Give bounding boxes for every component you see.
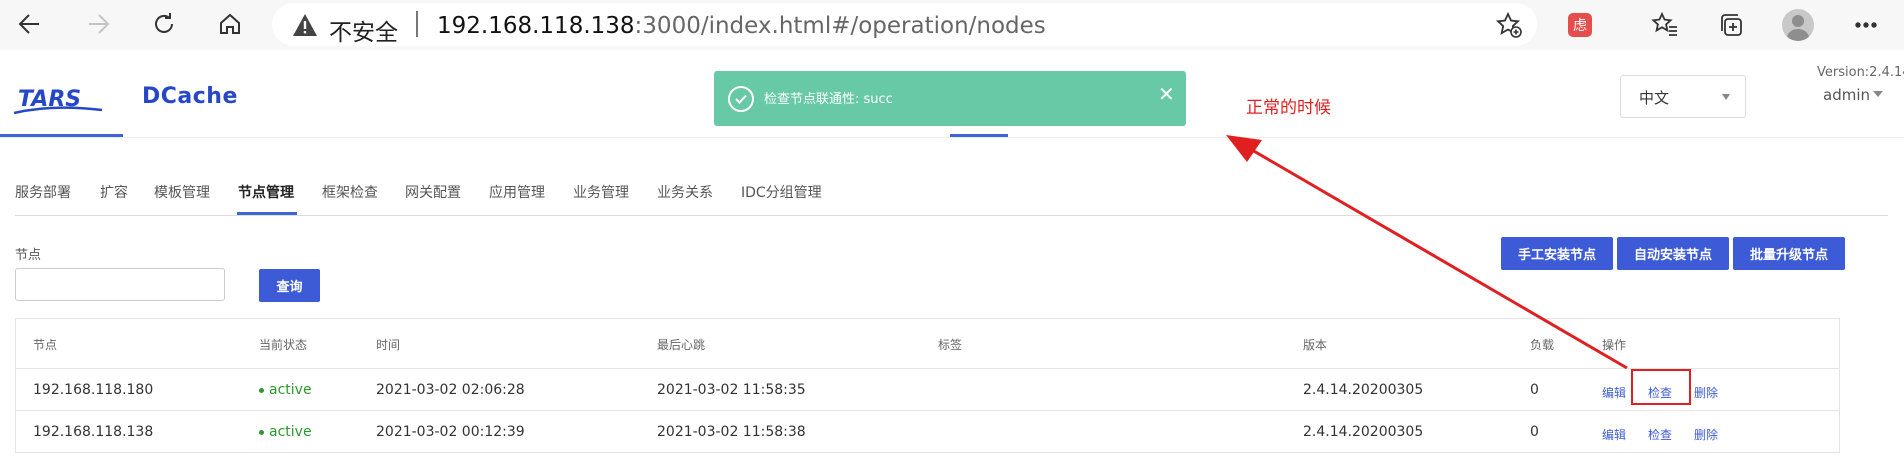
load: 0: [1530, 382, 1539, 398]
tars-logo[interactable]: TARS: [12, 84, 104, 116]
tab-business-management[interactable]: 业务管理: [573, 182, 629, 202]
warning-icon: [293, 14, 317, 36]
annotation-text: 正常的时候: [1246, 98, 1331, 118]
tab-service-deploy[interactable]: 服务部署: [15, 182, 71, 202]
avatar: [1782, 9, 1814, 41]
address-separator: [416, 11, 418, 37]
node-filter-input[interactable]: [15, 268, 225, 301]
table-row: 192.168.118.138 active 2021-03-02 00:12:…: [16, 411, 1839, 453]
url-text: 192.168.118.138:3000/index.html#/operati…: [437, 13, 1046, 39]
node-filter-label: 节点: [15, 248, 42, 263]
tab-template[interactable]: 模板管理: [154, 182, 210, 202]
load: 0: [1530, 424, 1539, 440]
version: 2.4.14.20200305: [1303, 382, 1424, 398]
table-row: 192.168.118.180 active 2021-03-02 02:06:…: [16, 369, 1839, 411]
dcache-logo[interactable]: DCache: [142, 84, 238, 109]
tab-idc-group[interactable]: IDC分组管理: [741, 182, 822, 202]
manual-install-button[interactable]: 手工安装节点: [1501, 237, 1613, 270]
check-link[interactable]: 检查: [1648, 426, 1672, 443]
nodes-table: 节点 当前状态 时间 最后心跳 标签 版本 负载 操作 192.168.118.…: [15, 318, 1840, 453]
url-host: 192.168.118.138: [437, 13, 635, 39]
edit-link[interactable]: 编辑: [1602, 426, 1626, 443]
version: 2.4.14.20200305: [1303, 424, 1424, 440]
language-select[interactable]: 中文: [1620, 75, 1746, 118]
collections-button[interactable]: [1714, 8, 1748, 42]
forward-button[interactable]: [78, 4, 118, 44]
close-icon[interactable]: ✕: [1158, 84, 1175, 104]
status-badge: active: [259, 424, 312, 440]
last-heartbeat: 2021-03-02 11:58:35: [657, 382, 806, 398]
toast-message: 检查节点联通性: succ: [764, 92, 893, 107]
success-toast: 检查节点联通性: succ ✕: [714, 71, 1186, 126]
back-button[interactable]: [10, 4, 50, 44]
favorites-button[interactable]: [1648, 8, 1682, 42]
status-text: active: [269, 382, 312, 398]
check-link[interactable]: 检查: [1648, 384, 1672, 401]
auto-install-button[interactable]: 自动安装节点: [1617, 237, 1729, 270]
operation-subnav: 服务部署 扩容 模板管理 节点管理 框架检查 网关配置 应用管理 业务管理 业务…: [15, 172, 1888, 216]
browser-toolbar: 不安全 192.168.118.138:3000/index.html#/ope…: [0, 0, 1904, 50]
column-header: 时间: [376, 338, 401, 352]
caret-down-icon: [1722, 94, 1730, 100]
column-header: 最后心跳: [657, 338, 706, 352]
refresh-icon: [155, 13, 173, 33]
status-badge: active: [259, 382, 312, 398]
delete-link[interactable]: 删除: [1694, 384, 1718, 401]
status-dot-icon: [259, 429, 264, 435]
caret-down-icon[interactable]: [1873, 91, 1883, 97]
search-button[interactable]: 查询: [259, 269, 320, 302]
tab-node-management[interactable]: 节点管理: [238, 182, 294, 202]
forward-arrow-icon: [89, 14, 110, 34]
column-header: 操作: [1602, 338, 1627, 352]
favorites-icon: [1651, 11, 1677, 36]
created-time: 2021-03-02 00:12:39: [376, 424, 525, 440]
status-dot-icon: [259, 387, 264, 393]
tars-tab-underline: [0, 134, 123, 137]
column-header: 标签: [938, 338, 963, 352]
address-bar[interactable]: 不安全 192.168.118.138:3000/index.html#/ope…: [272, 3, 1537, 46]
column-header: 负载: [1530, 338, 1555, 352]
active-tab-underline: [237, 212, 297, 215]
home-icon: [220, 13, 240, 34]
tab-framework-check[interactable]: 框架检查: [322, 182, 378, 202]
url-path: :3000/index.html#/operation/nodes: [634, 13, 1046, 39]
extension-icon: 虑: [1568, 13, 1592, 37]
table-header: 节点 当前状态 时间 最后心跳 标签 版本 负载 操作: [16, 319, 1839, 369]
collections-icon: [1721, 14, 1742, 36]
profile-button[interactable]: [1781, 8, 1815, 42]
tab-business-relation[interactable]: 业务关系: [657, 182, 713, 202]
more-dots-icon: [1855, 22, 1877, 28]
delete-link[interactable]: 删除: [1694, 426, 1718, 443]
batch-upgrade-button[interactable]: 批量升级节点: [1733, 237, 1845, 270]
back-arrow-icon: [18, 14, 39, 34]
check-circle-icon: [728, 86, 754, 112]
last-heartbeat: 2021-03-02 11:58:38: [657, 424, 806, 440]
header-tab-indicator: [950, 134, 1008, 137]
extension-button[interactable]: 虑: [1563, 8, 1597, 42]
language-value: 中文: [1639, 89, 1670, 107]
status-text: active: [269, 424, 312, 440]
node-ip: 192.168.118.138: [33, 424, 154, 440]
version-label: Version:2.4.14: [1817, 65, 1904, 80]
column-header: 版本: [1303, 338, 1328, 352]
tab-expand[interactable]: 扩容: [100, 182, 128, 202]
tab-app-management[interactable]: 应用管理: [489, 182, 545, 202]
user-menu[interactable]: admin: [1823, 86, 1870, 104]
insecure-label: 不安全: [329, 20, 398, 46]
created-time: 2021-03-02 02:06:28: [376, 382, 525, 398]
tab-gateway-config[interactable]: 网关配置: [405, 182, 461, 202]
node-ip: 192.168.118.180: [33, 382, 154, 398]
home-button[interactable]: [210, 4, 250, 44]
refresh-button[interactable]: [144, 4, 184, 44]
edit-link[interactable]: 编辑: [1602, 384, 1626, 401]
more-menu-button[interactable]: [1849, 8, 1883, 42]
column-header: 当前状态: [259, 338, 308, 352]
favorite-add-icon[interactable]: [1495, 11, 1523, 39]
column-header: 节点: [33, 338, 58, 352]
